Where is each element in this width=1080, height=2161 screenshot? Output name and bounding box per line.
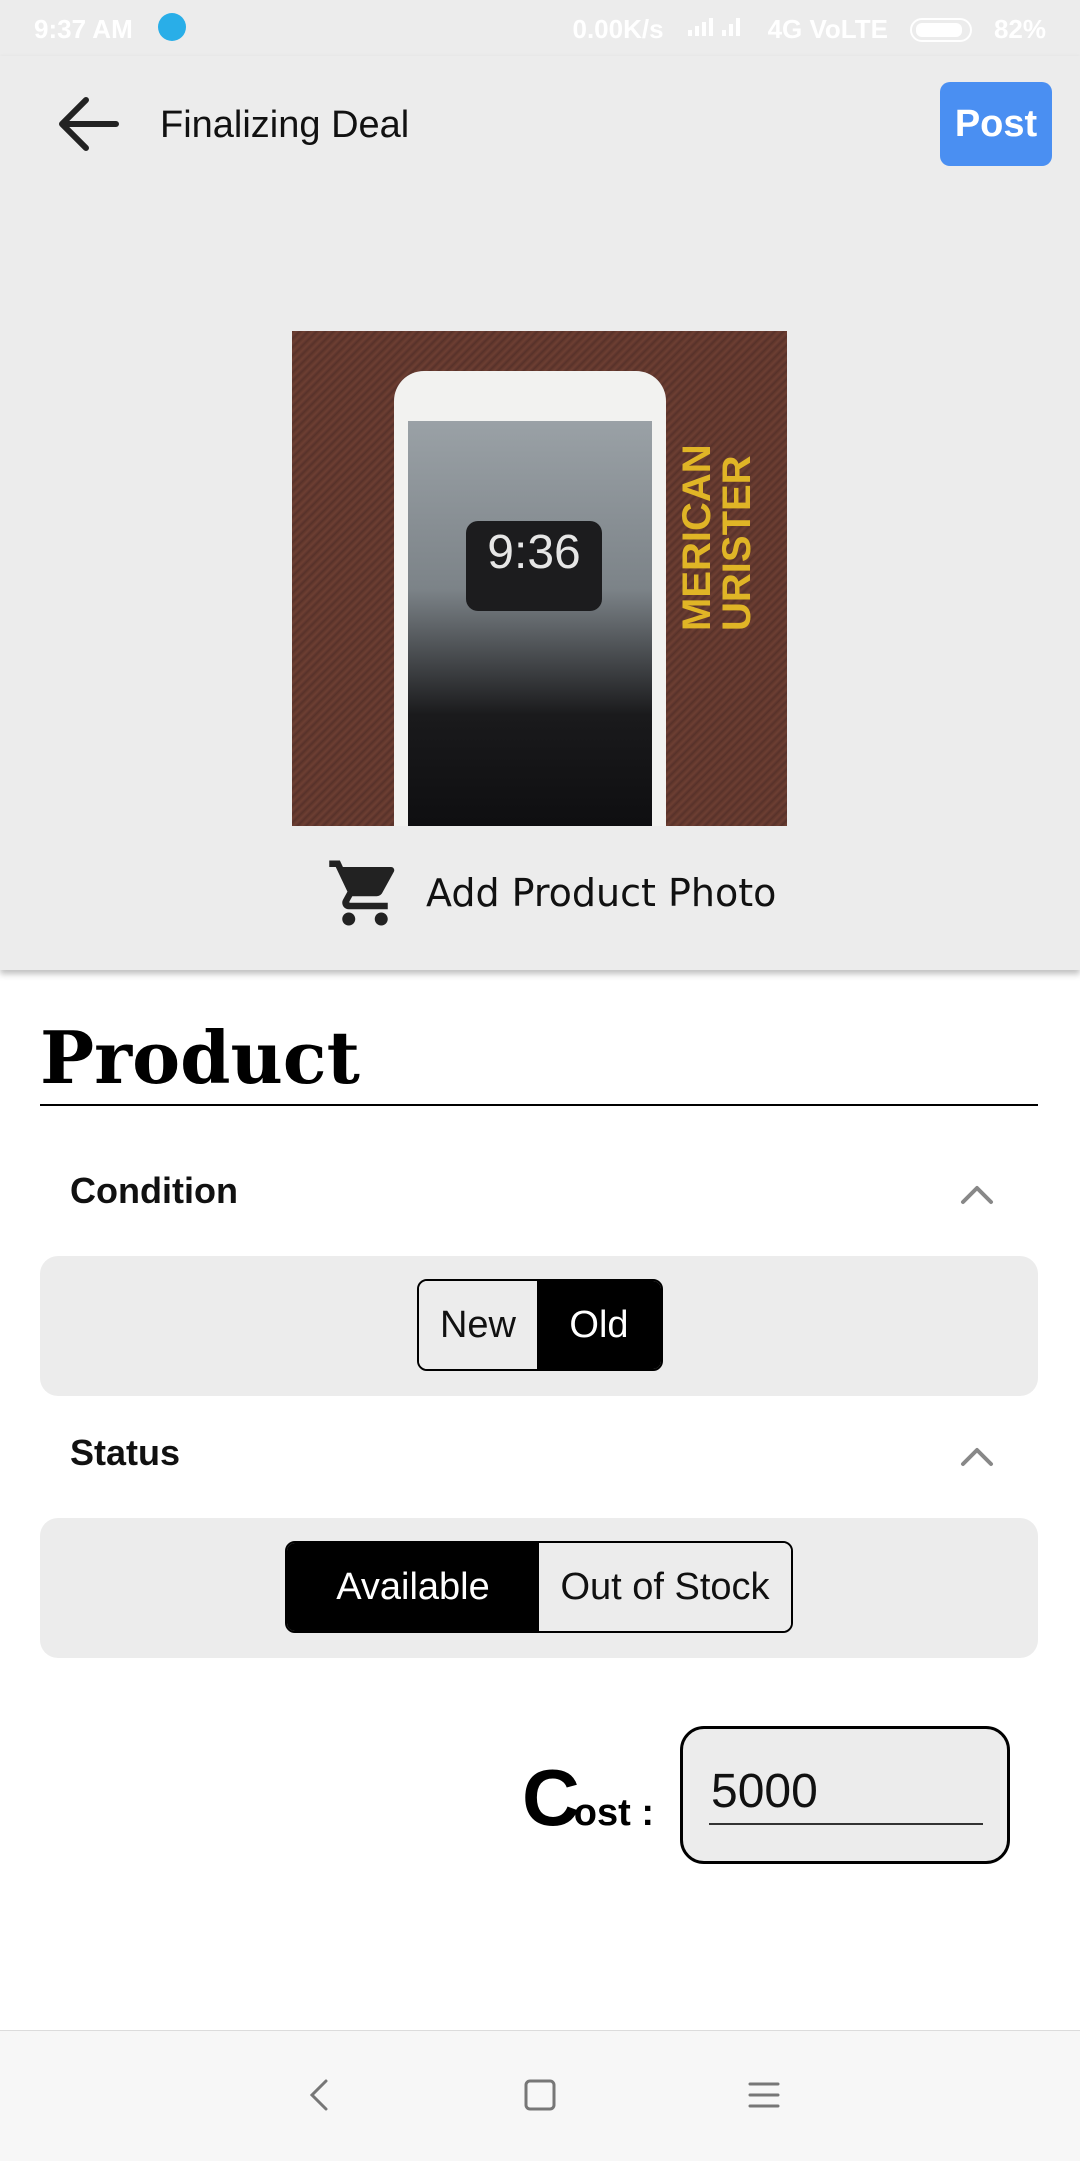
battery-icon: [909, 17, 972, 42]
arrow-left-icon: [59, 97, 119, 151]
system-nav-bar: [0, 2030, 1080, 2161]
notification-icon: [158, 13, 186, 41]
nav-menu-icon[interactable]: [744, 2075, 784, 2115]
photo-brand-text: MERICAN URISTER: [675, 444, 759, 631]
cost-label: C ost :: [522, 1752, 654, 1844]
status-bar: 9:37 AM 0.00K/s 4G VoLTE 82%: [0, 0, 1080, 56]
add-photo-label: Add Product Photo: [426, 871, 777, 915]
post-button[interactable]: Post: [940, 82, 1052, 166]
nav-home-icon[interactable]: [520, 2075, 560, 2115]
condition-old-option[interactable]: Old: [537, 1281, 661, 1369]
cost-input[interactable]: [709, 1759, 983, 1825]
chevron-up-icon[interactable]: [955, 1172, 999, 1216]
condition-panel: New Old: [40, 1256, 1038, 1396]
product-photo[interactable]: 9:36 MERICAN URISTER: [292, 331, 787, 826]
photo-section: Finalizing Deal Post 9:36 MERICAN URISTE…: [0, 56, 1080, 970]
cost-label-rest: ost :: [573, 1792, 654, 1834]
nav-back-icon[interactable]: [300, 2075, 340, 2115]
cost-field-box: [680, 1726, 1010, 1864]
status-available-option[interactable]: Available: [287, 1543, 539, 1631]
divider: [40, 1104, 1038, 1106]
status-out-of-stock-option[interactable]: Out of Stock: [539, 1543, 791, 1631]
status-panel: Available Out of Stock: [40, 1518, 1038, 1658]
back-button[interactable]: [50, 84, 130, 164]
cost-label-initial: C: [522, 1753, 580, 1842]
add-product-photo-button[interactable]: Add Product Photo: [326, 854, 776, 932]
photo-phone: 9:36: [394, 371, 666, 826]
signal-icon: [686, 14, 746, 45]
net-speed: 0.00K/s: [572, 14, 664, 44]
network-type: 4G VoLTE: [767, 14, 888, 44]
condition-segmented-control[interactable]: New Old: [417, 1279, 663, 1371]
cart-icon: [329, 860, 395, 926]
condition-new-option[interactable]: New: [419, 1281, 537, 1369]
status-label: Status: [70, 1432, 181, 1473]
status-right: 0.00K/s 4G VoLTE 82%: [572, 14, 1046, 45]
status-segmented-control[interactable]: Available Out of Stock: [285, 1541, 793, 1633]
condition-label: Condition: [70, 1170, 238, 1211]
section-title: Product: [40, 1015, 360, 1100]
photo-clock-text: 9:36: [466, 521, 602, 611]
battery-level: 82%: [993, 14, 1046, 44]
page-title: Finalizing Deal: [160, 104, 410, 146]
status-time: 9:37 AM: [34, 14, 133, 44]
chevron-up-icon[interactable]: [955, 1434, 999, 1478]
